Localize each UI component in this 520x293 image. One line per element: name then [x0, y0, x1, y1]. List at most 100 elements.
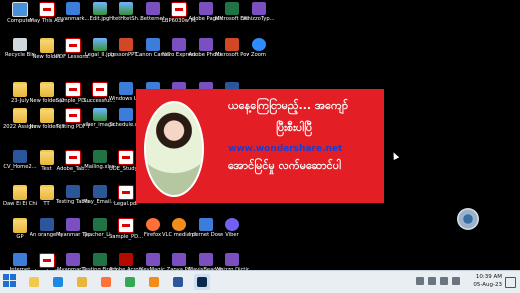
- clock[interactable]: 10:39 AM 05-Aug-23: [473, 273, 502, 289]
- folder-file-icon: [13, 185, 27, 200]
- folder-file-icon: [13, 108, 27, 123]
- desktop-icon[interactable]: Zoom: [242, 38, 276, 70]
- pdf-file-icon: [65, 150, 81, 165]
- folder-file-icon: [39, 38, 54, 53]
- desktop-icon-label: Viber: [225, 232, 239, 238]
- folder-file-icon: [39, 108, 54, 123]
- file-explorer-icon: [29, 277, 39, 287]
- photoshop-icon: [197, 277, 207, 287]
- internet-explorer-icon: [53, 277, 63, 287]
- windows-logo-pane: [10, 281, 16, 287]
- app-file-icon: [145, 253, 160, 266]
- folder-file-icon: [39, 150, 54, 165]
- clock-date: 05-Aug-23: [473, 282, 502, 288]
- exe-file-icon: [13, 253, 27, 266]
- tray-arrow-icon[interactable]: [416, 277, 424, 285]
- app-file-icon: [172, 38, 186, 51]
- taskbar-button[interactable]: [122, 274, 138, 290]
- pdf-file-icon: [65, 108, 81, 123]
- pdf-file-icon: [171, 2, 187, 17]
- desktop-icon-label: WhizzoTyp...: [242, 16, 275, 22]
- app-file-icon: [198, 2, 213, 15]
- banner-line-3: အောင်မြင်မှု လက်မဆောင်ပါ: [228, 159, 341, 172]
- image-file-icon: [92, 108, 107, 121]
- windows-logo-pane: [3, 281, 9, 287]
- acrobat-file-icon: [119, 253, 133, 266]
- taskbar-button[interactable]: [98, 274, 114, 290]
- notification-icon[interactable]: [505, 277, 516, 288]
- folder-file-icon: [13, 218, 27, 233]
- desktop-icon[interactable]: WhizzoTyp...: [242, 2, 276, 34]
- ppt-file-icon: [119, 38, 133, 51]
- start-button[interactable]: [3, 274, 17, 288]
- pdf-file-icon: [91, 82, 108, 97]
- media-player-icon: [149, 277, 159, 287]
- zoom-file-icon: [251, 38, 266, 51]
- folder-file-icon: [13, 82, 27, 97]
- taskbar-button[interactable]: [50, 274, 66, 290]
- taskbar-button[interactable]: [194, 274, 210, 290]
- media-file-icon: [172, 218, 186, 231]
- taskbar-button[interactable]: [26, 274, 42, 290]
- taskbar-button[interactable]: [170, 274, 186, 290]
- screen-recorder-floating-icon[interactable]: [457, 208, 479, 230]
- app-file-icon: [198, 253, 213, 266]
- exe-file-icon: [66, 2, 80, 15]
- taskbar-button[interactable]: [74, 274, 90, 290]
- excel-file-icon: [92, 218, 107, 231]
- excel-file-icon: [225, 2, 239, 15]
- excel-file-icon: [92, 150, 107, 163]
- desktop-icon[interactable]: Whizzo Dictionary: [215, 253, 249, 270]
- banner-photo: [144, 101, 204, 197]
- pdf-file-icon: [65, 38, 81, 53]
- pdf-file-icon: [118, 150, 134, 165]
- banner-line-1: ယနေ့ကြေငြာမည့်... အကျော်: [228, 99, 348, 112]
- chrome-icon: [125, 277, 135, 287]
- clock-time: 10:39 AM: [475, 274, 502, 280]
- app-file-icon: [198, 38, 213, 51]
- app-file-icon: [225, 253, 239, 266]
- folder-file-icon: [39, 82, 54, 97]
- pdf-file-icon: [118, 218, 134, 233]
- image-file-icon: [119, 2, 133, 15]
- banner-url[interactable]: www.wondershare.net: [228, 144, 342, 154]
- image-file-icon: [92, 38, 107, 51]
- word-file-icon: [92, 185, 107, 198]
- volume-icon[interactable]: [440, 277, 448, 285]
- image-file-icon: [92, 2, 107, 15]
- exe-file-icon: [145, 38, 160, 51]
- recycle-file-icon: [13, 38, 27, 51]
- taskbar: 10:39 AM 05-Aug-23: [0, 270, 520, 293]
- app-file-icon: [145, 2, 160, 15]
- computer-file-icon: [12, 2, 28, 17]
- system-tray: 10:39 AM 05-Aug-23: [408, 271, 520, 293]
- banner-line-2: ပြီးစီးပါပြီ: [276, 121, 313, 134]
- app-file-icon: [66, 253, 80, 266]
- app-file-icon: [66, 218, 80, 231]
- app-file-icon: [251, 2, 266, 15]
- taskbar-button[interactable]: [146, 274, 162, 290]
- excel-file-icon: [92, 253, 107, 266]
- word-file-icon: [39, 218, 54, 231]
- battery-icon[interactable]: [452, 277, 460, 285]
- windows-logo-pane: [10, 274, 16, 280]
- word-file-icon: [13, 150, 27, 163]
- pdf-file-icon: [65, 82, 81, 97]
- pdf-file-icon: [118, 185, 134, 200]
- windows-logo-icon: [3, 274, 9, 280]
- word-file-icon: [66, 185, 80, 198]
- ppt-file-icon: [225, 38, 239, 51]
- pdf-file-icon: [38, 253, 55, 268]
- exe-file-icon: [119, 82, 133, 95]
- wondershare-banner[interactable]: ယနေ့ကြေငြာမည့်... အကျော် ပြီးစီးပါပြီ ww…: [136, 89, 384, 203]
- desktop-icon[interactable]: Viber: [215, 218, 249, 250]
- desktop-icon-label: Zoom: [251, 52, 266, 58]
- exe-file-icon: [119, 108, 133, 121]
- network-icon[interactable]: [428, 277, 436, 285]
- firefox-icon: [101, 277, 111, 287]
- viber-file-icon: [225, 218, 239, 231]
- folder-icon: [77, 277, 87, 287]
- pdf-file-icon: [38, 2, 55, 17]
- app-file-icon: [172, 253, 186, 266]
- word-icon: [173, 277, 183, 287]
